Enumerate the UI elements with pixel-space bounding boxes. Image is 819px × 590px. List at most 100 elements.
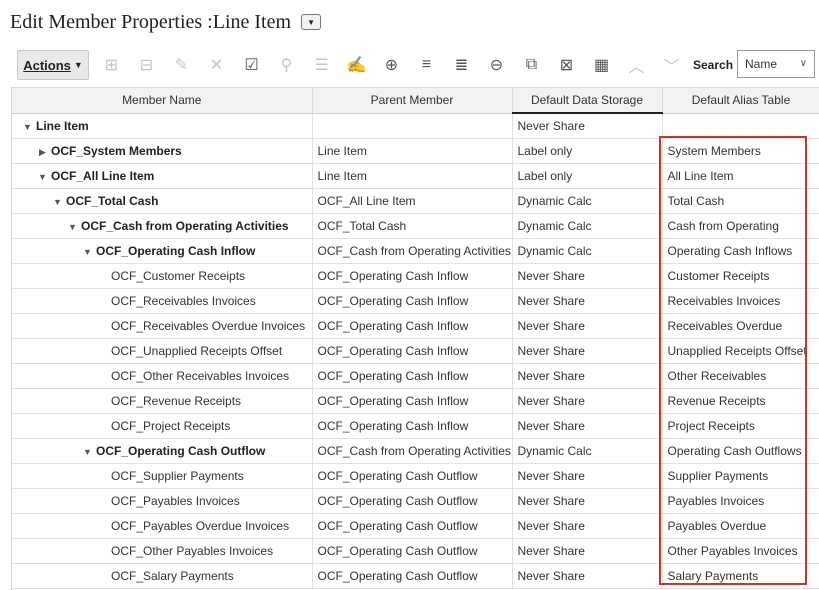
grid-view-icon[interactable]: ▦ (584, 52, 619, 78)
table-row[interactable]: OCF_Payables Invoices OCF_Operating Cash … (12, 488, 819, 514)
alias-cell[interactable]: Other Payables Invoices (662, 538, 819, 564)
alias-cell[interactable]: Revenue Receipts (662, 388, 819, 414)
alias-cell[interactable]: Receivables Invoices (662, 288, 819, 314)
alias-cell[interactable]: Project Receipts (662, 413, 819, 439)
alias-cell[interactable]: Unapplied Receipts Offset (662, 338, 819, 364)
alias-cell[interactable]: System Members (662, 138, 819, 164)
member-name-cell[interactable]: OCF_Supplier Payments (12, 463, 313, 489)
collapse-icon[interactable]: ▼ (52, 197, 63, 207)
collapse-all-icon[interactable]: ≣ (444, 52, 479, 78)
data-storage-cell[interactable]: Never Share (512, 288, 663, 314)
member-name-cell[interactable]: OCF_Payables Invoices (12, 488, 313, 514)
table-row[interactable]: ▼ OCF_Cash from Operating Activities OCF_T… (12, 213, 819, 239)
table-row[interactable]: OCF_Receivables Invoices OCF_Operating Ca… (12, 288, 819, 314)
alias-cell[interactable] (662, 113, 819, 139)
title-menu-button[interactable]: ▼ (301, 14, 322, 30)
parent-member-cell[interactable]: OCF_Operating Cash Outflow (312, 563, 513, 589)
alias-cell[interactable]: Payables Invoices (662, 488, 819, 514)
parent-member-cell[interactable]: OCF_Cash from Operating Activities (312, 438, 513, 464)
parent-member-cell[interactable]: OCF_Operating Cash Outflow (312, 538, 513, 564)
data-storage-cell[interactable]: Never Share (512, 538, 663, 564)
member-name-cell[interactable]: OCF_Other Payables Invoices (12, 538, 313, 564)
table-row[interactable]: ▶ OCF_System Members Line Item Label only Sy… (12, 138, 819, 164)
data-storage-cell[interactable]: Never Share (512, 338, 663, 364)
data-storage-cell[interactable]: Never Share (512, 263, 663, 289)
parent-member-cell[interactable]: OCF_All Line Item (312, 188, 513, 214)
table-row[interactable]: OCF_Customer Receipts OCF_Operating Cash … (12, 263, 819, 289)
table-row[interactable]: OCF_Receivables Overdue Invoices OCF_Oper… (12, 313, 819, 339)
table-row[interactable]: OCF_Supplier Payments OCF_Operating Cash … (12, 463, 819, 489)
parent-member-cell[interactable]: Line Item (312, 163, 513, 189)
move-down-icon[interactable]: ﹀ (654, 52, 689, 78)
member-name-cell[interactable]: OCF_Payables Overdue Invoices (12, 513, 313, 539)
table-row[interactable]: ▼ OCF_Total Cash OCF_All Line Item Dynamic … (12, 188, 819, 214)
alias-cell[interactable]: Operating Cash Inflows (662, 238, 819, 264)
parent-member-cell[interactable]: OCF_Operating Cash Inflow (312, 388, 513, 414)
table-row[interactable]: OCF_Other Receivables Invoices OCF_Operat… (12, 363, 819, 389)
table-row[interactable]: ▼ Line Item Never Share (12, 113, 819, 139)
data-storage-cell[interactable]: Label only (512, 138, 663, 164)
column-header-default-data-storage[interactable]: Default Data Storage (512, 87, 663, 114)
data-storage-cell[interactable]: Never Share (512, 113, 663, 139)
table-row[interactable]: ▼ OCF_Operating Cash Inflow OCF_Cash from … (12, 238, 819, 264)
parent-member-cell[interactable]: OCF_Operating Cash Inflow (312, 363, 513, 389)
member-name-cell[interactable]: ▼ Line Item (12, 113, 313, 139)
parent-member-cell[interactable]: OCF_Operating Cash Inflow (312, 338, 513, 364)
data-storage-cell[interactable]: Never Share (512, 488, 663, 514)
parent-member-cell[interactable]: OCF_Operating Cash Outflow (312, 513, 513, 539)
collapse-icon[interactable]: ▼ (82, 247, 93, 257)
validate-icon[interactable]: ☑ (234, 52, 269, 78)
alias-cell[interactable]: Salary Payments (662, 563, 819, 589)
alias-cell[interactable]: Operating Cash Outflows (662, 438, 819, 464)
alias-cell[interactable]: Payables Overdue (662, 513, 819, 539)
move-icon[interactable]: ☰ (304, 52, 339, 78)
collapse-icon[interactable]: ▼ (67, 222, 78, 232)
column-header-default-alias-table[interactable]: Default Alias Table (662, 87, 819, 114)
parent-member-cell[interactable]: OCF_Operating Cash Inflow (312, 288, 513, 314)
data-storage-cell[interactable]: Never Share (512, 388, 663, 414)
alias-cell[interactable]: All Line Item (662, 163, 819, 189)
collapse-icon[interactable]: ▼ (82, 447, 93, 457)
member-name-cell[interactable]: OCF_Project Receipts (12, 413, 313, 439)
member-name-cell[interactable]: OCF_Receivables Overdue Invoices (12, 313, 313, 339)
data-storage-cell[interactable]: Dynamic Calc (512, 213, 663, 239)
edit-formula-icon[interactable]: ✍ (339, 52, 374, 78)
table-row[interactable]: OCF_Salary Payments OCF_Operating Cash Ou… (12, 563, 819, 589)
table-row[interactable]: OCF_Unapplied Receipts Offset OCF_Operati… (12, 338, 819, 364)
parent-member-cell[interactable]: OCF_Operating Cash Inflow (312, 313, 513, 339)
member-name-cell[interactable]: ▼ OCF_Operating Cash Outflow (12, 438, 313, 464)
member-name-cell[interactable]: OCF_Other Receivables Invoices (12, 363, 313, 389)
alias-cell[interactable]: Supplier Payments (662, 463, 819, 489)
parent-member-cell[interactable]: OCF_Operating Cash Outflow (312, 488, 513, 514)
expand-all-icon[interactable]: ≡ (409, 52, 444, 78)
member-name-cell[interactable]: ▼ OCF_Operating Cash Inflow (12, 238, 313, 264)
alias-cell[interactable]: Customer Receipts (662, 263, 819, 289)
data-storage-cell[interactable]: Never Share (512, 313, 663, 339)
member-name-cell[interactable]: ▼ OCF_Total Cash (12, 188, 313, 214)
expand-icon[interactable]: ▶ (37, 147, 48, 158)
move-up-icon[interactable]: ︿ (619, 52, 654, 78)
member-name-cell[interactable]: OCF_Receivables Invoices (12, 288, 313, 314)
collapse-icon[interactable]: ▼ (37, 172, 48, 182)
table-row[interactable]: ▼ OCF_All Line Item Line Item Label only All… (12, 163, 819, 189)
column-header-member-name[interactable]: Member Name (12, 87, 313, 114)
pin-icon[interactable]: ⚲ (269, 52, 304, 78)
member-name-cell[interactable]: OCF_Revenue Receipts (12, 388, 313, 414)
data-storage-cell[interactable]: Label only (512, 163, 663, 189)
alias-cell[interactable]: Other Receivables (662, 363, 819, 389)
table-row[interactable]: OCF_Other Payables Invoices OCF_Operating… (12, 538, 819, 564)
data-storage-cell[interactable]: Dynamic Calc (512, 438, 663, 464)
member-name-cell[interactable]: ▼ OCF_All Line Item (12, 163, 313, 189)
search-field-select[interactable]: Name ∨ (737, 50, 815, 78)
parent-member-cell[interactable]: OCF_Cash from Operating Activities (312, 238, 513, 264)
parent-member-cell[interactable]: OCF_Operating Cash Outflow (312, 463, 513, 489)
table-row[interactable]: OCF_Revenue Receipts OCF_Operating Cash I… (12, 388, 819, 414)
zoom-in-icon[interactable]: ⊕ (374, 52, 409, 78)
parent-member-cell[interactable]: OCF_Operating Cash Inflow (312, 413, 513, 439)
alias-cell[interactable]: Cash from Operating (662, 213, 819, 239)
alias-cell[interactable]: Receivables Overdue (662, 313, 819, 339)
member-name-cell[interactable]: OCF_Unapplied Receipts Offset (12, 338, 313, 364)
member-name-cell[interactable]: OCF_Customer Receipts (12, 263, 313, 289)
table-row[interactable]: ▼ OCF_Operating Cash Outflow OCF_Cash from… (12, 438, 819, 464)
parent-member-cell[interactable]: OCF_Operating Cash Inflow (312, 263, 513, 289)
